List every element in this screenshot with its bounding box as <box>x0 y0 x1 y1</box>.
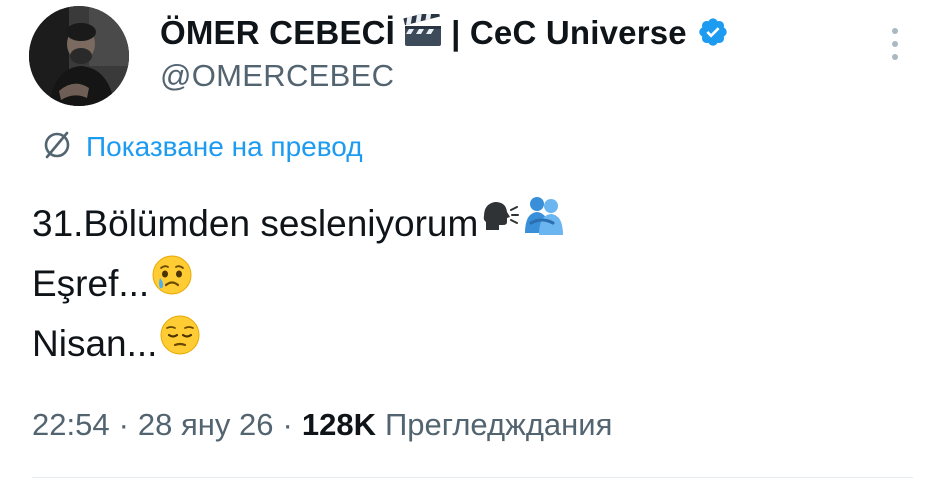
speaking-head-icon <box>480 194 520 254</box>
show-translation-label[interactable]: Показване на превод <box>86 131 363 163</box>
more-dot-icon <box>892 54 898 60</box>
clapper-board-icon <box>403 9 443 53</box>
separator: · <box>118 407 129 442</box>
verified-badge-icon[interactable] <box>697 16 729 53</box>
show-translation-link[interactable]: Показване на превод <box>40 127 363 167</box>
separator: · <box>282 407 293 442</box>
more-dot-icon <box>892 41 898 47</box>
hugging-people-icon <box>522 193 566 255</box>
avatar[interactable] <box>29 6 129 106</box>
tweet-line: Nisan... <box>32 314 566 374</box>
tweet-line: Eşref... <box>32 254 566 314</box>
tweet-line: 31.Bölümden sesleniyorum <box>32 194 566 254</box>
display-name-suffix[interactable]: | CeC Universe <box>451 14 687 52</box>
handle[interactable]: @OMERCEBEC <box>160 58 394 94</box>
display-name[interactable]: ÖMER CEBECİ <box>160 14 395 52</box>
crying-face-icon <box>151 254 193 314</box>
tweet-date[interactable]: 28 яну 26 <box>138 407 274 443</box>
tweet-line-text: Nisan... <box>32 323 158 364</box>
views-label[interactable]: Прегледждания <box>385 407 612 443</box>
more-options-button[interactable] <box>880 24 910 64</box>
tweet-line-text: 31.Bölümden sesleniyorum <box>32 203 479 244</box>
tweet: ÖMER CEBECİ | CeC Universe @OMERCEBEC По… <box>0 0 945 483</box>
display-name-row[interactable]: ÖMER CEBECİ | CeC Universe <box>160 9 729 56</box>
tweet-meta: 22:54 · 28 яну 26 · 128K Прегледждания <box>32 402 612 448</box>
more-dot-icon <box>892 28 898 34</box>
views-count[interactable]: 128K <box>302 407 376 443</box>
tweet-time[interactable]: 22:54 <box>32 407 110 443</box>
tweet-text: 31.Bölümden sesleniyorum Eşref... Nisan.… <box>32 194 566 374</box>
divider <box>32 477 913 478</box>
translate-icon <box>40 128 74 167</box>
pensive-face-icon <box>159 314 201 374</box>
tweet-line-text: Eşref... <box>32 263 150 304</box>
